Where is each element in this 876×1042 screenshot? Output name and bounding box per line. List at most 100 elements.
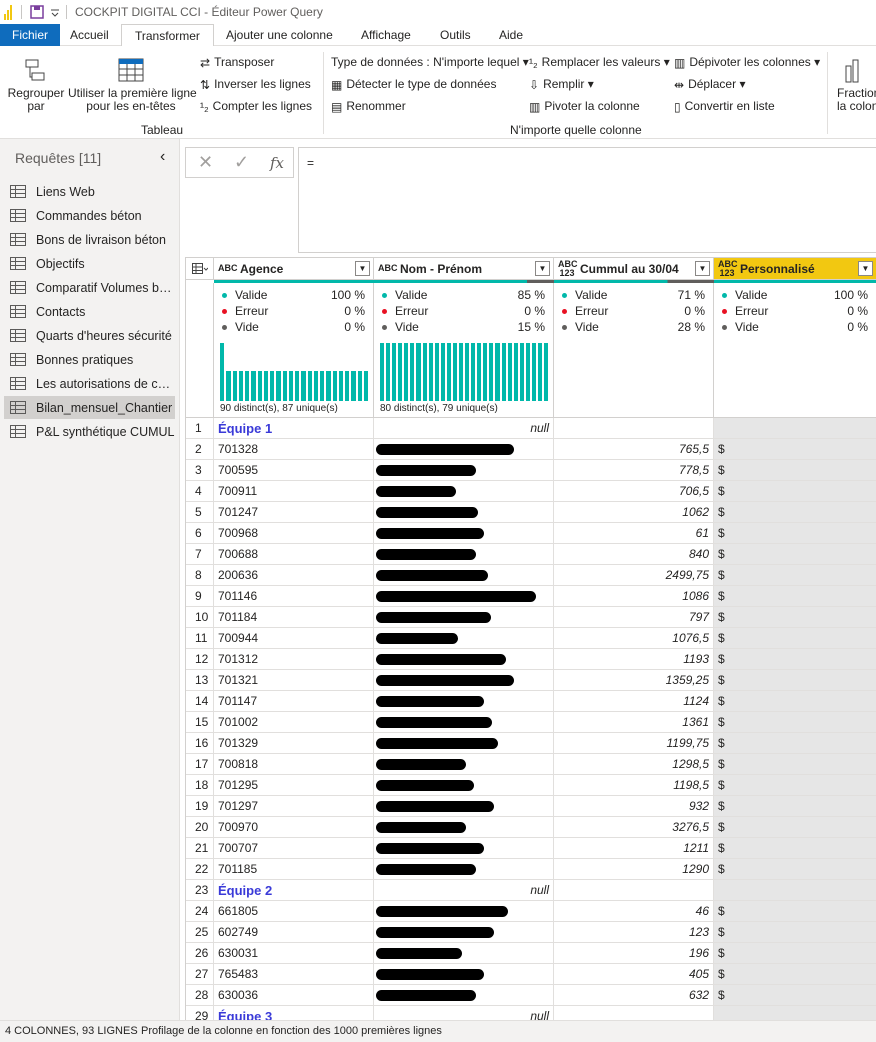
- personnalise-cell[interactable]: $: [714, 964, 876, 985]
- nom-prenom-cell[interactable]: [374, 859, 554, 880]
- row-number[interactable]: 11: [186, 628, 214, 649]
- agence-cell[interactable]: 701329: [214, 733, 374, 754]
- personnalise-cell[interactable]: $: [714, 775, 876, 796]
- move-button[interactable]: ⇹ Déplacer ▾: [674, 77, 745, 92]
- nom-prenom-cell[interactable]: [374, 985, 554, 1006]
- agence-cell[interactable]: Équipe 3: [214, 1006, 374, 1020]
- personnalise-cell[interactable]: [714, 1006, 876, 1020]
- query-item[interactable]: P&L synthétique CUMUL: [4, 420, 175, 443]
- nom-prenom-cell[interactable]: [374, 439, 554, 460]
- nom-prenom-cell[interactable]: [374, 502, 554, 523]
- query-item[interactable]: Les autorisations de con...: [4, 372, 175, 395]
- cumul-cell[interactable]: 1359,25: [554, 670, 714, 691]
- agence-cell[interactable]: 700595: [214, 460, 374, 481]
- personnalise-cell[interactable]: $: [714, 586, 876, 607]
- cancel-icon[interactable]: ✕: [198, 152, 213, 173]
- filter-dropdown-icon[interactable]: ▼: [535, 261, 550, 276]
- query-item[interactable]: Objectifs: [4, 252, 175, 275]
- transpose-button[interactable]: ⇄ Transposer: [200, 55, 274, 70]
- row-number[interactable]: 14: [186, 691, 214, 712]
- agence-cell[interactable]: 701247: [214, 502, 374, 523]
- nom-prenom-cell[interactable]: [374, 544, 554, 565]
- row-number[interactable]: 29: [186, 1006, 214, 1020]
- cumul-cell[interactable]: 1124: [554, 691, 714, 712]
- nom-prenom-cell[interactable]: [374, 922, 554, 943]
- agence-cell[interactable]: 701321: [214, 670, 374, 691]
- agence-cell[interactable]: 701002: [214, 712, 374, 733]
- nom-prenom-cell[interactable]: [374, 964, 554, 985]
- detect-type-button[interactable]: ▦ Détecter le type de données: [331, 77, 496, 92]
- row-number[interactable]: 10: [186, 607, 214, 628]
- cumul-cell[interactable]: 706,5: [554, 481, 714, 502]
- split-column-button[interactable]: Fraction la colon: [833, 56, 876, 113]
- personnalise-cell[interactable]: $: [714, 817, 876, 838]
- agence-cell[interactable]: 700688: [214, 544, 374, 565]
- tab-help[interactable]: Aide: [499, 24, 523, 46]
- agence-cell[interactable]: 700707: [214, 838, 374, 859]
- personnalise-cell[interactable]: $: [714, 985, 876, 1006]
- row-number[interactable]: 25: [186, 922, 214, 943]
- save-icon[interactable]: [30, 5, 44, 19]
- replace-values-button[interactable]: ¹₂ Remplacer les valeurs ▾: [529, 55, 670, 70]
- count-rows-button[interactable]: ¹₂ Compter les lignes: [200, 99, 312, 114]
- agence-cell[interactable]: 700818: [214, 754, 374, 775]
- nom-prenom-cell[interactable]: [374, 796, 554, 817]
- cumul-cell[interactable]: 1076,5: [554, 628, 714, 649]
- row-number[interactable]: 24: [186, 901, 214, 922]
- cumul-cell[interactable]: 3276,5: [554, 817, 714, 838]
- agence-cell[interactable]: 700944: [214, 628, 374, 649]
- personnalise-cell[interactable]: $: [714, 607, 876, 628]
- personnalise-cell[interactable]: [714, 880, 876, 901]
- nom-prenom-cell[interactable]: [374, 565, 554, 586]
- quick-access-dropdown-icon[interactable]: [50, 7, 60, 17]
- commit-icon[interactable]: ✓: [234, 152, 249, 173]
- cumul-cell[interactable]: 1298,5: [554, 754, 714, 775]
- row-number[interactable]: 3: [186, 460, 214, 481]
- personnalise-cell[interactable]: $: [714, 439, 876, 460]
- row-number[interactable]: 16: [186, 733, 214, 754]
- cumul-cell[interactable]: 1290: [554, 859, 714, 880]
- column-header[interactable]: ABC Agence ▼: [214, 258, 374, 280]
- nom-prenom-cell[interactable]: null: [374, 418, 554, 439]
- personnalise-cell[interactable]: $: [714, 712, 876, 733]
- tab-transform[interactable]: Transformer: [121, 24, 214, 47]
- column-header[interactable]: ABC 123 Personnalisé ▼: [714, 258, 876, 280]
- query-item[interactable]: Bonnes pratiques: [4, 348, 175, 371]
- cumul-cell[interactable]: 778,5: [554, 460, 714, 481]
- personnalise-cell[interactable]: $: [714, 796, 876, 817]
- tab-view[interactable]: Affichage: [361, 24, 411, 46]
- agence-cell[interactable]: Équipe 2: [214, 880, 374, 901]
- personnalise-cell[interactable]: $: [714, 544, 876, 565]
- query-item[interactable]: Contacts: [4, 300, 175, 323]
- query-item[interactable]: Bilan_mensuel_Chantier: [4, 396, 175, 419]
- row-number[interactable]: 21: [186, 838, 214, 859]
- row-number[interactable]: 12: [186, 649, 214, 670]
- row-number[interactable]: 13: [186, 670, 214, 691]
- nom-prenom-cell[interactable]: [374, 817, 554, 838]
- cumul-cell[interactable]: 932: [554, 796, 714, 817]
- row-number[interactable]: 9: [186, 586, 214, 607]
- cumul-cell[interactable]: 196: [554, 943, 714, 964]
- data-type-dropdown[interactable]: Type de données : N'importe lequel ▾: [331, 55, 529, 69]
- nom-prenom-cell[interactable]: [374, 523, 554, 544]
- pivot-column-button[interactable]: ▥ Pivoter la colonne: [529, 99, 640, 114]
- agence-cell[interactable]: 701297: [214, 796, 374, 817]
- agence-cell[interactable]: 200636: [214, 565, 374, 586]
- nom-prenom-cell[interactable]: [374, 691, 554, 712]
- table-menu-icon[interactable]: [186, 258, 214, 280]
- nom-prenom-cell[interactable]: [374, 712, 554, 733]
- personnalise-cell[interactable]: $: [714, 523, 876, 544]
- row-number[interactable]: 27: [186, 964, 214, 985]
- type-icon[interactable]: ABC: [218, 264, 238, 273]
- personnalise-cell[interactable]: $: [714, 565, 876, 586]
- cumul-cell[interactable]: 1062: [554, 502, 714, 523]
- type-icon[interactable]: ABC 123: [558, 259, 578, 278]
- personnalise-cell[interactable]: $: [714, 733, 876, 754]
- row-number[interactable]: 23: [186, 880, 214, 901]
- cumul-cell[interactable]: 123: [554, 922, 714, 943]
- agence-cell[interactable]: Équipe 1: [214, 418, 374, 439]
- type-icon[interactable]: ABC: [378, 264, 398, 273]
- agence-cell[interactable]: 700911: [214, 481, 374, 502]
- nom-prenom-cell[interactable]: [374, 481, 554, 502]
- cumul-cell[interactable]: 2499,75: [554, 565, 714, 586]
